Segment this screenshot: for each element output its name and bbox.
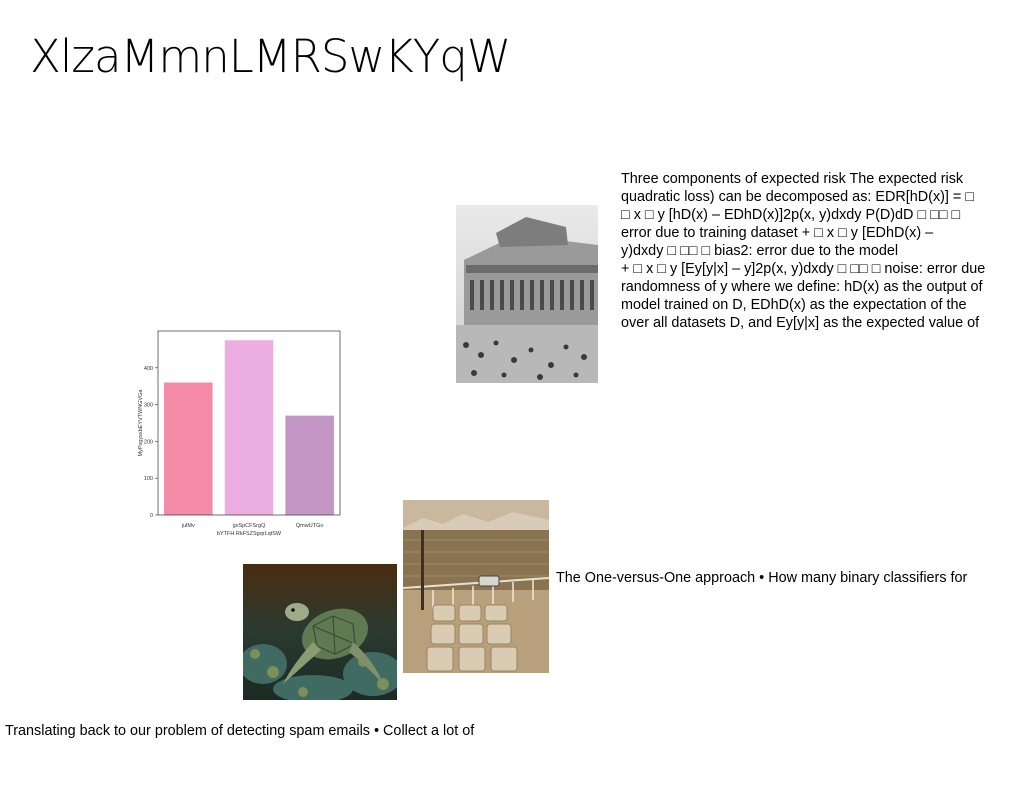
paragraph-line: Three components of expected risk The ex… [621, 171, 964, 187]
x-tick-label: julMv [181, 523, 195, 529]
sea-turtle-photo [243, 564, 397, 700]
building-photo [456, 205, 598, 383]
paragraph-line: randomness of y where we define: hD(x) a… [621, 279, 983, 295]
paragraph-line: □ x □ y [hD(x) – EDhD(x)]2p(x, y)dxdy P(… [621, 207, 961, 223]
caption-spam-emails: Translating back to our problem of detec… [5, 723, 475, 739]
bar-chart: julMv gxSpCFSrgQ QmwUTGo 0 100 200 300 400 bYTFH… [134, 326, 349, 551]
bar [224, 340, 274, 515]
paragraph-line: quadratic loss) can be decomposed as: ED… [621, 189, 975, 205]
paragraph-line: over all datasets D, and Ey[y|x] as the … [621, 315, 980, 331]
y-tick-label: 100 [144, 476, 153, 482]
paragraph-line: error due to training dataset + □ x □ y … [621, 225, 934, 241]
paragraph-text: Three components of expected risk The ex… [621, 170, 1023, 332]
x-axis-label: bYTFH RkFSZSgqrLqtSW [217, 531, 282, 537]
dock-photo [403, 500, 549, 673]
paragraph-line: + □ x □ y [Ey[y|x] – y]2p(x, y)dxdy □ □□… [621, 261, 986, 277]
paragraph-line: model trained on D, EDhD(x) as the expec… [621, 297, 967, 313]
bar [285, 415, 334, 515]
bar [164, 382, 213, 515]
slide-title: XlzaMmnLMRSwKYqW [30, 30, 511, 83]
paragraph-line: y)dxdy □ □□ □ bias2: error due to the mo… [621, 243, 899, 259]
y-tick-label: 0 [150, 513, 153, 519]
y-axis-label: MyPxgysxbEYVTWNGVGa [138, 389, 144, 457]
caption-one-vs-one: The One-versus-One approach • How many b… [556, 570, 968, 586]
y-tick-label: 400 [144, 366, 153, 372]
x-tick-label: gxSpCFSrgQ [233, 523, 266, 529]
y-tick-label: 300 [144, 403, 153, 409]
bar-chart-svg: julMv gxSpCFSrgQ QmwUTGo 0 100 200 300 400 bYTFH… [138, 330, 341, 537]
y-tick-label: 200 [144, 439, 153, 445]
x-tick-label: QmwUTGo [296, 523, 324, 529]
